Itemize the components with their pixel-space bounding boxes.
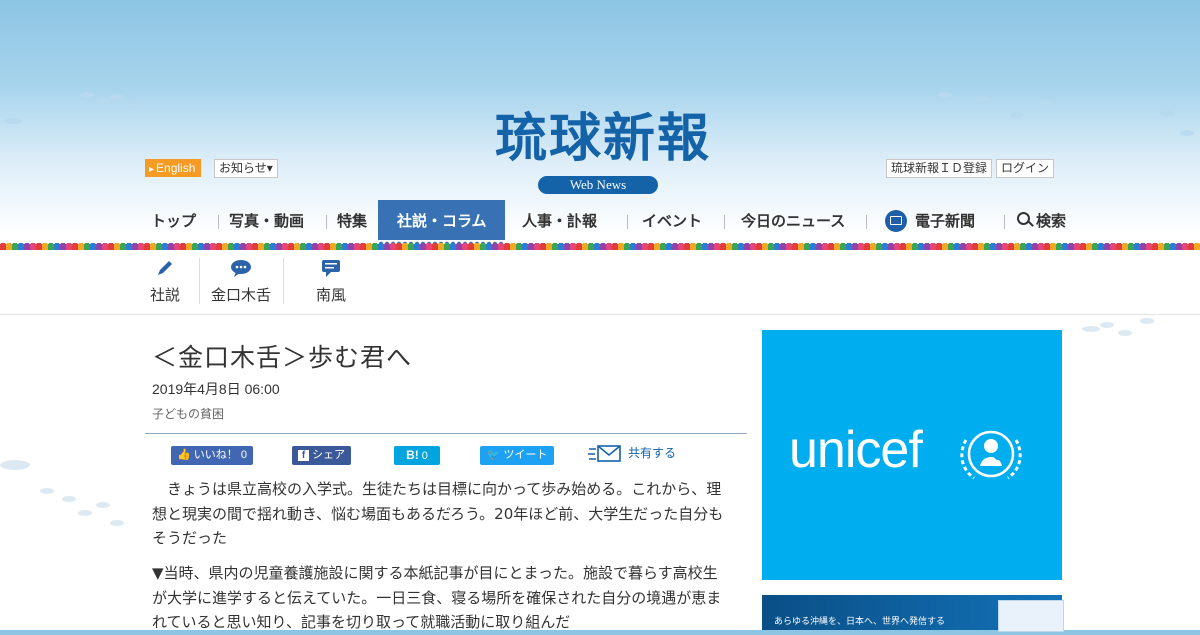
article-tag[interactable]: 子どもの貧困: [152, 405, 224, 422]
share-all-button[interactable]: 共有する: [588, 444, 676, 464]
nav-todays-news[interactable]: 今日のニュース: [725, 200, 867, 244]
notice-dropdown[interactable]: お知らせ▾: [214, 159, 278, 178]
nav-editorial-column[interactable]: 社説・コラム: [378, 200, 505, 244]
share-all-label: 共有する: [628, 446, 677, 461]
register-button[interactable]: 琉球新報ＩＤ登録: [886, 159, 993, 178]
thumbs-up-icon: 👍: [177, 449, 191, 461]
subnav-divider: [199, 258, 200, 304]
message-icon: [322, 260, 340, 277]
subnav-editorial-label: 社説: [149, 287, 180, 304]
article-date: 2019年4月8日 06:00: [152, 381, 280, 397]
nav-feature[interactable]: 特集: [327, 200, 378, 244]
nav-top[interactable]: トップ: [145, 200, 219, 244]
site-logo[interactable]: 琉球新報: [453, 106, 753, 172]
nav-e-newspaper[interactable]: 電子新聞: [867, 200, 1005, 244]
envelope-icon: [588, 445, 621, 462]
unicef-logo-text: unicef: [789, 421, 923, 479]
subnav-kinkou-label: 金口木舌: [210, 287, 271, 304]
like-count: 0: [240, 449, 247, 461]
nav-event[interactable]: イベント: [628, 200, 725, 244]
unicef-emblem-icon: [960, 430, 1022, 480]
monitor-icon: [885, 210, 907, 233]
banner-text: あらゆる沖縄を、日本へ、世界へ発信する: [774, 616, 946, 626]
nav-e-newspaper-label: 電子新聞: [915, 213, 976, 230]
hatena-bookmark-button[interactable]: B! 0: [394, 446, 440, 465]
facebook-share-button[interactable]: f シェア: [292, 446, 352, 465]
nav-personnel-obituary[interactable]: 人事・訃報: [505, 200, 628, 244]
facebook-icon: f: [298, 449, 309, 461]
pattern-band-scallop: [0, 240, 1200, 244]
share-label: シェア: [312, 449, 346, 461]
main-nav: トップ 写真・動画 特集 社説・コラム 人事・訃報 イベント 今日のニュース 電…: [145, 200, 1077, 244]
subnav-kinkou-mokuzetsu[interactable]: 金口木舌: [209, 258, 273, 305]
pen-icon: [158, 261, 172, 275]
like-label: いいね！: [193, 449, 238, 461]
pattern-band: [0, 243, 1200, 250]
nav-photo-video[interactable]: 写真・動画: [219, 200, 327, 244]
banner-screenshot-image: [998, 600, 1064, 632]
subnav-nanpu-label: 南風: [315, 287, 346, 304]
hatena-count: 0: [421, 450, 428, 462]
nav-search-label: 検索: [1036, 213, 1067, 230]
subnav-border: [0, 314, 1200, 315]
site-logo-subtitle: Web News: [538, 176, 658, 194]
subnav-editorial[interactable]: 社説: [148, 258, 182, 305]
search-icon: [1017, 212, 1030, 225]
twitter-bird-icon: 🐦: [486, 449, 501, 461]
hatena-icon: B!: [406, 448, 419, 462]
subnav-divider: [283, 258, 284, 304]
speech-bubble-icon: [231, 260, 251, 277]
nav-search[interactable]: 検索: [1005, 200, 1077, 244]
article-divider: [145, 433, 747, 434]
article-paragraph: ▼当時、県内の児童養護施設に関する本紙記事が目にとまった。施設で暮らす高校生が大…: [152, 564, 722, 631]
tweet-button[interactable]: 🐦 ツイート: [480, 446, 554, 465]
english-button[interactable]: English: [145, 159, 202, 177]
facebook-like-button[interactable]: 👍 いいね！ 0: [171, 446, 253, 465]
account-links: 琉球新報ＩＤ登録 ログイン: [886, 159, 1055, 178]
article-paragraph: きょうは県立高校の入学式。生徒たちは目標に向かって歩み始める。これから、理想と現…: [152, 480, 724, 547]
subnav-nanpu[interactable]: 南風: [314, 258, 348, 305]
tweet-label: ツイート: [503, 449, 548, 461]
login-button[interactable]: ログイン: [996, 159, 1055, 178]
article-title: ＜金口木舌＞歩む君へ: [152, 343, 413, 372]
